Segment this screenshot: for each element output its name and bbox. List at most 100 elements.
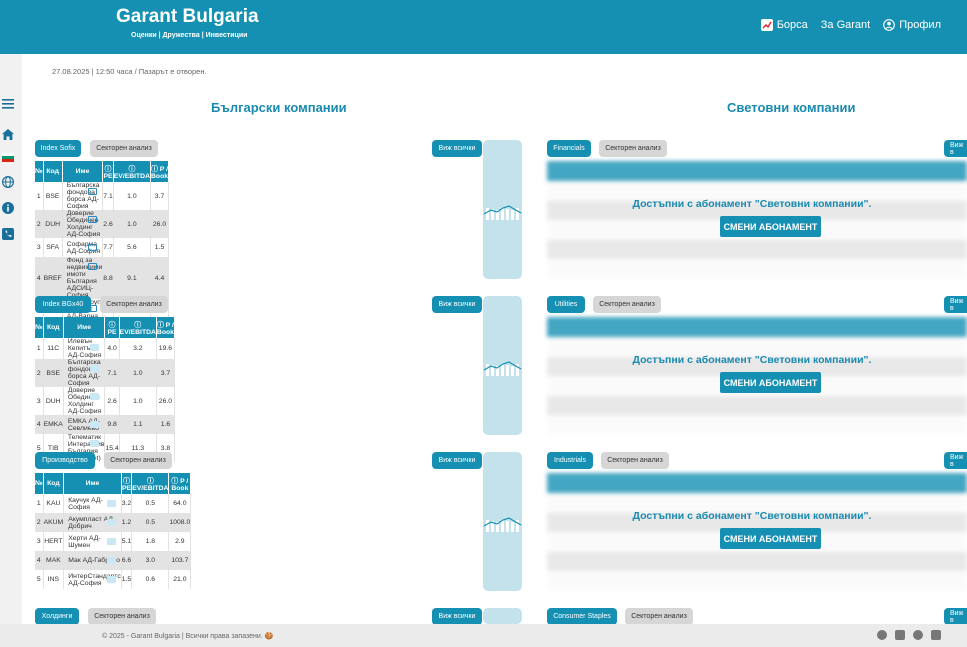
book-icon[interactable]: [106, 538, 116, 545]
nav-item-profile[interactable]: Профил: [883, 19, 941, 31]
ticker-code[interactable]: EMKA: [43, 415, 64, 434]
column-header-pe[interactable]: ⓘ PE: [102, 161, 114, 182]
book-icon[interactable]: [90, 440, 100, 447]
table-row[interactable]: 2 DUH Доверие Обединен Холдинг АД-София 2.6…: [35, 210, 170, 238]
ticker-code[interactable]: SFA: [43, 238, 63, 257]
company-name[interactable]: Херти АД-Шумен: [63, 532, 122, 551]
column-header-pb[interactable]: ⓘ P / Book: [168, 473, 192, 494]
book-icon[interactable]: [106, 557, 116, 564]
tab-index[interactable]: Производство: [35, 452, 95, 469]
column-header-pe[interactable]: ⓘ PE: [121, 473, 133, 494]
view-all-button-partial[interactable]: Виж в: [944, 296, 967, 313]
column-header-pb[interactable]: ⓘ P / Book: [150, 161, 170, 182]
ticker-code[interactable]: HERT: [43, 532, 65, 551]
table-row[interactable]: 3 HERT Херти АД-Шумен 5.1 1.8 2.9: [35, 532, 192, 551]
column-header-ev[interactable]: ⓘ EV/EBITDA: [131, 473, 170, 494]
ticker-code[interactable]: DUH: [43, 210, 63, 238]
brand-logo[interactable]: Garant Bulgaria: [116, 6, 259, 28]
ticker-code[interactable]: BSE: [43, 359, 64, 387]
nav-item-exchange[interactable]: Борса: [760, 19, 808, 31]
book-icon[interactable]: [106, 519, 116, 526]
ticker-code[interactable]: MAK: [43, 551, 65, 570]
tab-sector[interactable]: Consumer Staples: [547, 608, 617, 625]
view-all-button[interactable]: Виж всички: [432, 296, 482, 313]
sparkline-box[interactable]: [483, 608, 522, 624]
home-icon[interactable]: [0, 126, 16, 142]
column-header-name[interactable]: Име: [63, 317, 106, 338]
book-icon[interactable]: [106, 500, 116, 507]
column-header-num[interactable]: №: [35, 473, 44, 494]
tab-sector[interactable]: Utilities: [547, 296, 585, 313]
globe-icon[interactable]: [0, 174, 16, 190]
nav-item-about[interactable]: За Garant: [821, 19, 870, 31]
sparkline-box[interactable]: [483, 452, 522, 591]
ticker-code[interactable]: BSE: [43, 182, 63, 210]
book-icon[interactable]: [90, 344, 100, 351]
view-all-button[interactable]: Виж всички: [432, 452, 482, 469]
column-header-num[interactable]: №: [35, 161, 44, 182]
sector-analysis-button[interactable]: Секторен анализ: [104, 452, 172, 469]
table-row[interactable]: 5 INS ИнтерСтандартс АД-София 1.5 0.6 21.0: [35, 570, 192, 589]
tab-index[interactable]: Index BGx40: [35, 296, 91, 313]
view-all-button[interactable]: Виж всички: [432, 608, 482, 625]
bulgaria-flag-icon[interactable]: [0, 149, 16, 165]
phone-icon[interactable]: [0, 226, 16, 242]
company-name[interactable]: Софарма АД-София: [62, 238, 104, 257]
table-row[interactable]: 1 11C Илевън Кепитъл АД-София 4.0 3.2 19.6: [35, 338, 175, 359]
book-icon[interactable]: [88, 263, 98, 270]
table-row[interactable]: 4 BREF Фонд за недвижими имоти България АД…: [35, 257, 170, 299]
ticker-code[interactable]: BREF: [43, 257, 63, 299]
book-icon[interactable]: [90, 365, 100, 372]
company-name[interactable]: ИнтерСтандартс АД-София: [63, 570, 122, 589]
company-name[interactable]: Каучук АД-София: [63, 494, 122, 513]
info-icon[interactable]: [0, 200, 16, 216]
sector-analysis-button[interactable]: Секторен анализ: [625, 608, 693, 625]
table-row[interactable]: 3 DUH Доверие Обединен Холдинг АД-София 2.6…: [35, 387, 175, 415]
sector-analysis-button[interactable]: Секторен анализ: [88, 608, 156, 625]
view-all-button-partial[interactable]: Виж в: [944, 608, 967, 625]
company-name[interactable]: Илевън Кепитъл АД-София: [63, 338, 106, 359]
sector-analysis-button[interactable]: Секторен анализ: [599, 140, 667, 157]
company-name[interactable]: Доверие Обединен Холдинг АД-София: [63, 387, 106, 415]
table-row[interactable]: 2 BSE Българска фондова борса АД-София 7.1 1…: [35, 359, 175, 387]
book-icon[interactable]: [90, 421, 100, 428]
column-header-code[interactable]: Код: [43, 161, 63, 182]
youtube-icon[interactable]: [895, 630, 905, 640]
table-row[interactable]: 4 EMKA ЕМКА АД-Севлиево 9.8 1.1 1.6: [35, 415, 175, 434]
column-header-name[interactable]: Име: [62, 161, 104, 182]
book-icon[interactable]: [88, 188, 98, 195]
tab-index[interactable]: Index Sofix: [35, 140, 81, 157]
company-name[interactable]: Доверие Обединен Холдинг АД-София: [62, 210, 104, 238]
table-row[interactable]: 1 BSE Българска фондова борса АД-София 7.1 1…: [35, 182, 170, 210]
column-header-name[interactable]: Име: [63, 473, 122, 494]
table-row[interactable]: 4 MAK Мак АД-Габрово 6.6 3.0 103.7: [35, 551, 192, 570]
table-row[interactable]: 3 SFA Софарма АД-София 7.7 5.6 1.5: [35, 238, 170, 257]
column-header-num[interactable]: №: [35, 317, 44, 338]
sector-analysis-button[interactable]: Секторен анализ: [100, 296, 168, 313]
book-icon[interactable]: [90, 393, 100, 400]
column-header-pe[interactable]: ⓘ PE: [104, 317, 120, 338]
column-header-code[interactable]: Код: [43, 473, 65, 494]
column-header-ev[interactable]: ⓘ EV/EBITDA: [113, 161, 152, 182]
sparkline-box[interactable]: [483, 296, 522, 435]
company-name[interactable]: Мак АД-Габрово: [63, 551, 122, 570]
ticker-code[interactable]: KAU: [43, 494, 65, 513]
view-all-button[interactable]: Виж всички: [432, 140, 482, 157]
ticker-code[interactable]: AKUM: [43, 513, 65, 532]
tab-sector[interactable]: Industrials: [547, 452, 593, 469]
change-subscription-button[interactable]: СМЕНИ АБОНАМЕНТ: [720, 372, 821, 393]
sector-analysis-button[interactable]: Секторен анализ: [593, 296, 661, 313]
view-all-button-partial[interactable]: Виж в: [944, 140, 967, 157]
book-icon[interactable]: [88, 216, 98, 223]
sector-analysis-button[interactable]: Секторен анализ: [601, 452, 669, 469]
ticker-code[interactable]: 11C: [43, 338, 64, 359]
sparkline-box[interactable]: [483, 140, 522, 279]
ticker-code[interactable]: DUH: [43, 387, 64, 415]
tab-sector[interactable]: Financials: [547, 140, 591, 157]
sector-analysis-button[interactable]: Секторен анализ: [90, 140, 158, 157]
column-header-ev[interactable]: ⓘ EV/EBITDA: [119, 317, 157, 338]
social-icon[interactable]: [877, 630, 887, 640]
table-row[interactable]: 2 AKUM Акумпласт АД-Добрич 1.2 0.5 1008.0: [35, 513, 192, 532]
change-subscription-button[interactable]: СМЕНИ АБОНАМЕНТ: [720, 216, 821, 237]
book-icon[interactable]: [106, 576, 116, 583]
